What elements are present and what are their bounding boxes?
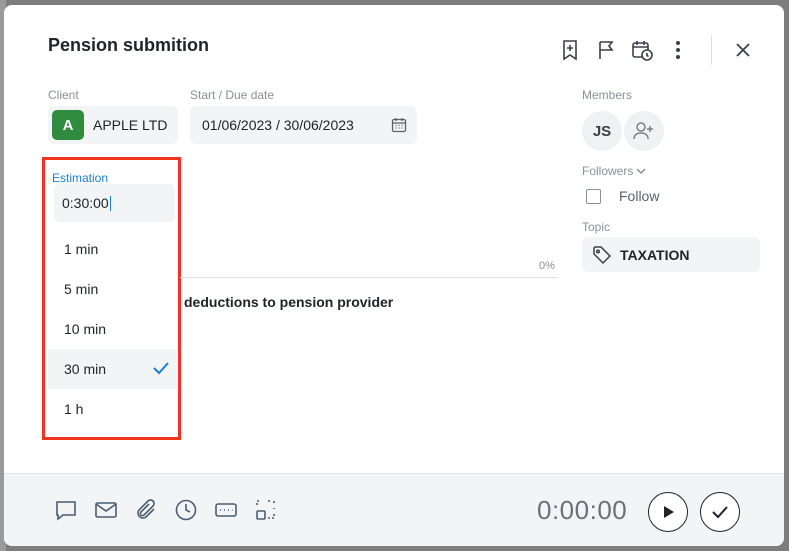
calendar-icon [391, 117, 407, 136]
date-range-picker[interactable]: 01/06/2023 / 30/06/2023 [190, 106, 417, 144]
client-name: APPLE LTD [93, 117, 168, 133]
modal-toolbar [545, 35, 754, 65]
comment-icon[interactable] [54, 498, 78, 522]
followers-toggle[interactable]: Followers [582, 164, 647, 178]
toolbar-divider [711, 35, 712, 65]
highlight-box [42, 157, 181, 440]
date-label: Start / Due date [190, 88, 275, 102]
progress-percent: 0% [539, 260, 555, 272]
add-user-icon [633, 122, 653, 140]
flag-icon[interactable] [595, 39, 617, 61]
play-button[interactable] [648, 492, 688, 532]
client-avatar: A [52, 110, 84, 140]
topic-selector[interactable]: TAXATION [582, 237, 760, 272]
follow-checkbox-row[interactable]: Follow [586, 188, 659, 204]
members-list: JS [582, 111, 666, 151]
task-description[interactable]: deductions to pension provider [184, 294, 393, 310]
progress-bar [180, 277, 558, 278]
play-icon [664, 506, 674, 518]
scan-icon[interactable] [254, 498, 278, 522]
add-member-button[interactable] [624, 111, 664, 151]
date-range-value: 01/06/2023 / 30/06/2023 [202, 117, 354, 133]
follow-checkbox[interactable] [586, 188, 601, 204]
complete-button[interactable] [700, 492, 740, 532]
more-vertical-icon[interactable] [667, 39, 689, 61]
timer-display: 0:00:00 [537, 495, 628, 525]
attachment-icon[interactable] [134, 498, 158, 522]
chevron-down-icon [636, 168, 646, 175]
close-icon[interactable] [732, 39, 754, 61]
client-selector[interactable]: A APPLE LTD [48, 106, 178, 144]
follow-label: Follow [619, 188, 660, 204]
members-label: Members [582, 88, 633, 102]
modal-footer: 0:00:00 [4, 473, 784, 546]
mail-icon[interactable] [94, 498, 118, 522]
footer-actions [54, 498, 294, 522]
clock-icon[interactable] [174, 498, 198, 522]
client-label: Client [48, 88, 79, 102]
task-modal: Pension submition Client A APPLE LTD Sta… [4, 5, 784, 546]
member-avatar[interactable]: JS [582, 111, 622, 151]
calendar-clock-icon[interactable] [631, 39, 653, 61]
modal-title: Pension submition [48, 35, 210, 55]
followers-label: Followers [582, 164, 634, 178]
topic-value: TAXATION [620, 246, 690, 263]
keyboard-icon[interactable] [214, 498, 238, 522]
tag-icon [593, 245, 612, 264]
topic-label: Topic [582, 220, 611, 234]
check-icon [712, 506, 728, 519]
bookmark-add-icon[interactable] [559, 39, 581, 61]
